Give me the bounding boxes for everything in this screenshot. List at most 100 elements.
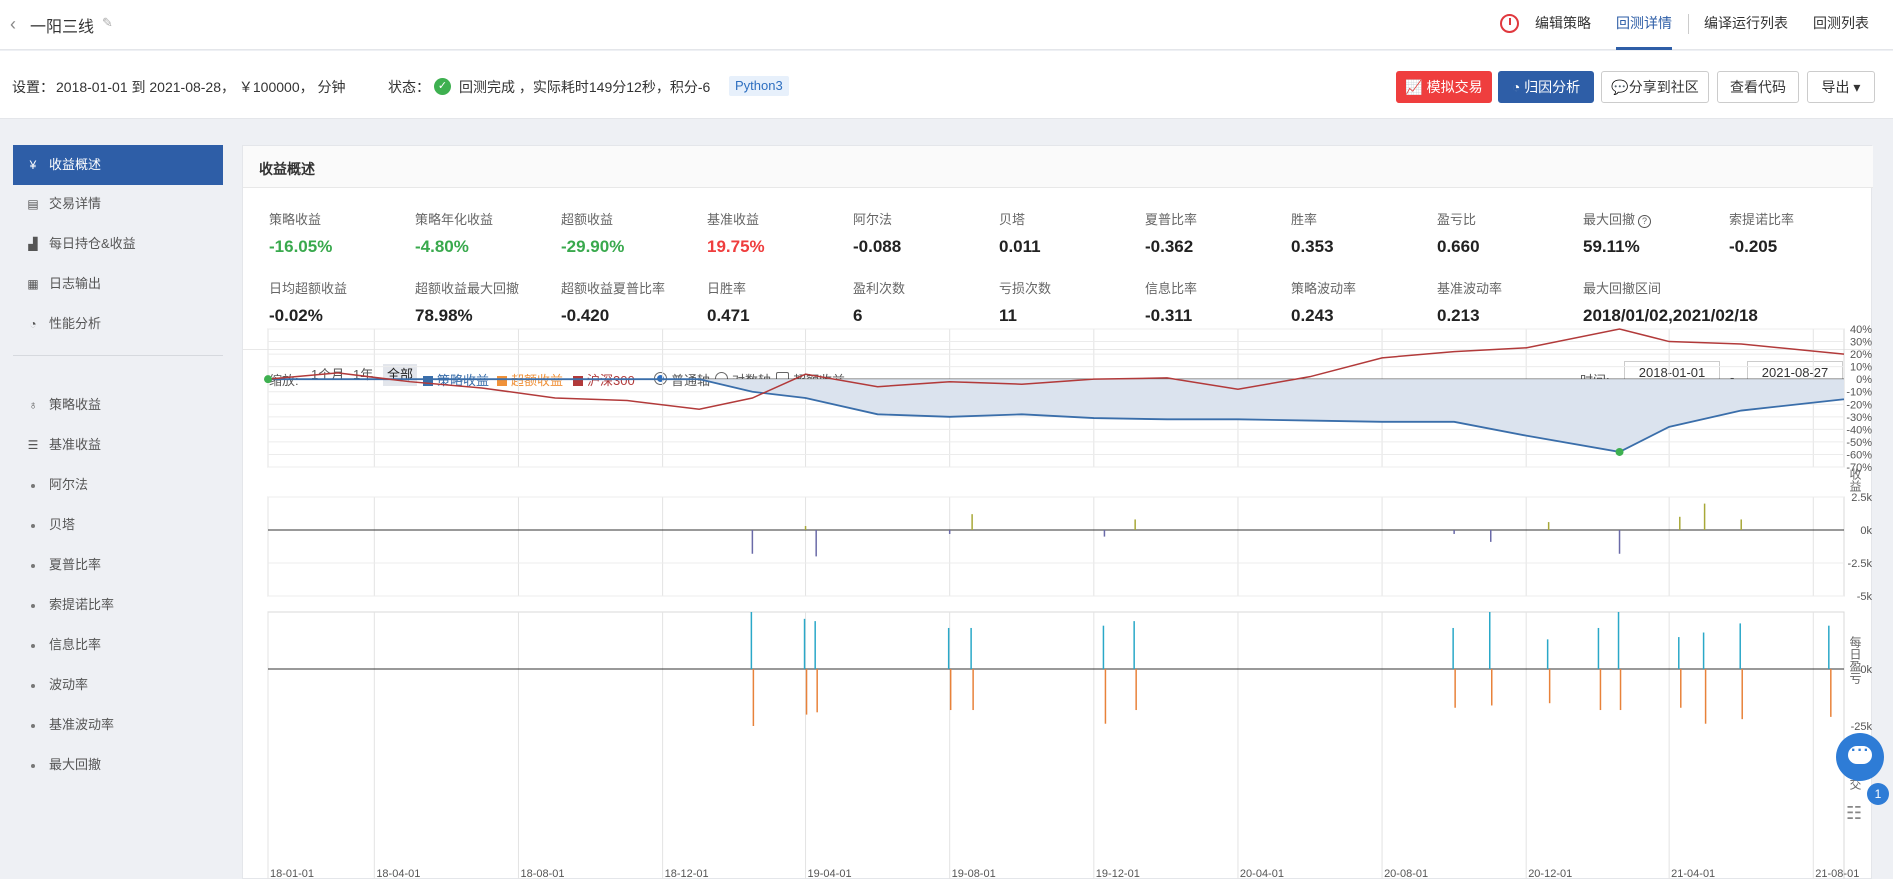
check-circle-icon: ✓	[434, 78, 451, 95]
sidebar-item-logs[interactable]: ▦ 日志输出	[13, 264, 223, 304]
x-tick-label: 21-04-01	[1671, 868, 1715, 879]
tab-compile-list[interactable]: 编译运行列表	[1704, 0, 1788, 50]
share-button[interactable]: 💬分享到社区	[1601, 71, 1709, 103]
y-tick-label: 0k	[1860, 525, 1872, 537]
sidebar-item-beta[interactable]: 贝塔	[13, 505, 223, 545]
y-tick-label: -10%	[1846, 387, 1872, 399]
attribution-label: 归因分析	[1524, 79, 1581, 95]
bullet	[31, 643, 35, 648]
y-tick-label: 0%	[1856, 374, 1872, 386]
x-tick-label: 19-04-01	[808, 868, 852, 879]
x-tick-label: 20-04-01	[1240, 868, 1284, 879]
chevron-left-icon[interactable]: ‹	[10, 14, 16, 35]
tab-backtest-detail[interactable]: 回测详情	[1616, 0, 1672, 50]
calendar-icon: ▦	[27, 277, 39, 291]
language-badge: Python3	[729, 76, 789, 96]
sim-trade-button[interactable]: 📈 模拟交易	[1396, 71, 1492, 103]
x-tick-label: 18-04-01	[376, 868, 420, 879]
tab-edit-strategy[interactable]: 编辑策略	[1535, 0, 1591, 50]
bullet	[31, 483, 35, 488]
y-tick-label: -50%	[1846, 437, 1872, 449]
yen-circle-icon: ¥	[29, 158, 37, 172]
sidebar-label: 交易详情	[49, 196, 102, 211]
settings-label: 设置：	[12, 79, 54, 95]
x-tick-label: 19-12-01	[1096, 868, 1140, 879]
sidebar-item-positions[interactable]: ▟ 每日持仓&收益	[13, 224, 223, 264]
sidebar-item-strategy-return[interactable]: ♁ 策略收益	[13, 385, 223, 425]
strategy-title: 一阳三线	[30, 19, 95, 36]
bulb-icon: ♁	[28, 398, 38, 412]
database-icon: ☰	[27, 438, 39, 452]
export-label: 导出	[1821, 79, 1850, 95]
chart-icon: 📈	[1405, 79, 1423, 95]
start-marker	[264, 375, 272, 384]
bullet	[31, 683, 35, 688]
x-tick-label: 21-08-01	[1815, 868, 1859, 879]
y-tick-label: 10%	[1850, 362, 1872, 374]
pencil-icon[interactable]: ✎	[102, 15, 113, 31]
bar-chart-icon: ▟	[28, 237, 38, 251]
sidebar-item-info-ratio[interactable]: 信息比率	[13, 625, 223, 665]
backtest-charts[interactable]: 40%30%20%10%0%-10%-20%-30%-40%-50%-60%-7…	[243, 146, 1873, 879]
sidebar-label: 信息比率	[49, 637, 102, 652]
sidebar-item-volatility[interactable]: 波动率	[13, 665, 223, 705]
bullet	[31, 523, 35, 528]
caret-down-icon: ▾	[1853, 79, 1861, 95]
daily-pnl-axis-title: 每日盈亏	[1848, 636, 1862, 684]
plot-frame	[267, 496, 1845, 597]
sidebar-label: 每日持仓&收益	[49, 236, 136, 251]
y-tick-label: -60%	[1846, 449, 1872, 461]
timer-icon	[1500, 14, 1519, 33]
bullet	[31, 723, 35, 728]
top-bar: ‹ 一阳三线 ✎ 编辑策略 回测详情 编译运行列表 回测列表	[0, 0, 1893, 50]
pie-icon: ◔	[1511, 79, 1521, 95]
returns-axis-title: 收益	[1848, 468, 1862, 492]
sidebar-label: 策略收益	[49, 397, 102, 412]
y-tick-label: -40%	[1846, 424, 1872, 436]
sidebar-label: 阿尔法	[49, 477, 89, 492]
sidebar-label: 最大回撤	[49, 757, 102, 772]
y-tick-label: 40%	[1850, 324, 1872, 336]
sidebar-item-overview[interactable]: ¥ 收益概述	[13, 145, 223, 185]
sim-trade-label: 模拟交易	[1426, 79, 1483, 95]
view-code-button[interactable]: 查看代码	[1717, 71, 1799, 103]
sidebar-item-trades[interactable]: ▤ 交易详情	[13, 184, 223, 224]
document-icon: ▤	[27, 197, 39, 211]
share-label: 分享到社区	[1628, 79, 1699, 95]
list-icon[interactable]: ☷	[1846, 803, 1876, 833]
sidebar-label: 基准收益	[49, 437, 102, 452]
y-tick-label: -20%	[1846, 399, 1872, 411]
status-label: 状态：	[388, 79, 430, 95]
x-tick-label: 20-08-01	[1384, 868, 1428, 879]
notification-badge[interactable]: 1	[1867, 783, 1889, 805]
export-button[interactable]: 导出 ▾	[1807, 71, 1875, 103]
attribution-button[interactable]: ◔ 归因分析	[1498, 71, 1594, 103]
sidebar-label: 收益概述	[49, 157, 102, 172]
y-tick-label: -2.5k	[1848, 558, 1873, 570]
y-tick-label: 20%	[1850, 349, 1872, 361]
x-tick-label: 19-08-01	[952, 868, 996, 879]
x-tick-label: 20-12-01	[1528, 868, 1572, 879]
bullet	[31, 563, 35, 568]
status-text: 回测完成 ，实际耗时149分12秒，积分-6	[459, 79, 711, 95]
sidebar-item-performance[interactable]: ◔ 性能分析	[13, 304, 223, 344]
sidebar-label: 夏普比率	[49, 557, 102, 572]
x-tick-label: 18-08-01	[520, 868, 564, 879]
sidebar-label: 贝塔	[49, 517, 76, 532]
pie-chart-icon: ◔	[29, 317, 37, 331]
tab-backtest-list[interactable]: 回测列表	[1813, 0, 1869, 50]
y-tick-label: -5k	[1857, 591, 1873, 603]
sidebar-item-max-drawdown[interactable]: 最大回撤	[13, 745, 223, 785]
sidebar-divider	[13, 355, 223, 356]
sidebar-label: 波动率	[49, 677, 89, 692]
sidebar-item-sharpe[interactable]: 夏普比率	[13, 545, 223, 585]
chat-icon[interactable]	[1836, 733, 1884, 781]
sidebar-item-sortino[interactable]: 索提诺比率	[13, 585, 223, 625]
drawdown-marker	[1615, 447, 1624, 456]
y-tick-label: 2.5k	[1851, 492, 1872, 504]
sidebar-label: 基准波动率	[49, 717, 115, 732]
sidebar-item-benchmark-return[interactable]: ☰ 基准收益	[13, 425, 223, 465]
sidebar: ¥ 收益概述 ▤ 交易详情 ▟ 每日持仓&收益 ▦ 日志输出 ◔ 性能分析 ♁ 策略收益 ☰…	[0, 120, 223, 879]
sidebar-item-benchmark-volatility[interactable]: 基准波动率	[13, 705, 223, 745]
sidebar-item-alpha[interactable]: 阿尔法	[13, 465, 223, 505]
